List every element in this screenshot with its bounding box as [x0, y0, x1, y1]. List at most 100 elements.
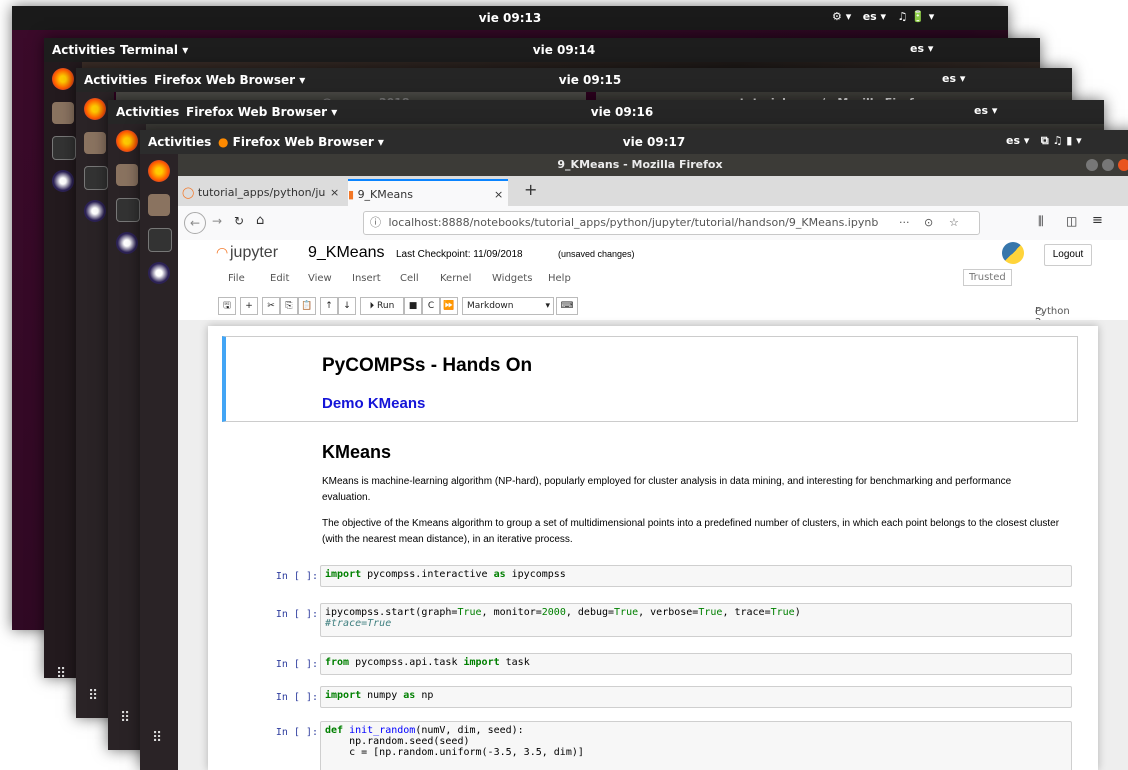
jupyter-logo-icon[interactable]: ◠ — [216, 245, 228, 261]
firefox-icon[interactable] — [148, 160, 170, 182]
clock[interactable]: vie 09:16 — [591, 105, 653, 119]
code-token: , verbose= — [638, 607, 699, 618]
back-icon[interactable]: ← — [184, 212, 206, 234]
firefox-icon[interactable] — [84, 98, 106, 120]
command-palette-button[interactable]: ⌨ — [556, 297, 578, 315]
home-icon[interactable]: ⌂ — [256, 213, 264, 228]
jupyter-logo-text[interactable]: jupyter — [230, 244, 278, 262]
restart-button[interactable]: C — [422, 297, 440, 315]
system-tray[interactable]: ⚙ ▾ es ▾ ♫ 🔋 ▾ — [832, 10, 934, 23]
eclipse-icon[interactable] — [148, 262, 170, 284]
window-title: 9_KMeans - Mozilla Firefox — [557, 158, 723, 171]
terminal-icon[interactable] — [52, 136, 76, 160]
activities-button[interactable]: Activities — [116, 105, 179, 119]
restart-run-all-button[interactable]: ⏩ — [440, 297, 458, 315]
url-bar[interactable]: ⓘ localhost:8888/notebooks/tutorial_apps… — [363, 211, 980, 235]
terminal-icon[interactable] — [84, 166, 108, 190]
menu-kernel[interactable]: Kernel — [440, 273, 471, 284]
files-icon[interactable] — [84, 132, 106, 154]
move-down-button[interactable]: ↓ — [338, 297, 356, 315]
eclipse-icon[interactable] — [116, 232, 138, 254]
files-icon[interactable] — [52, 102, 74, 124]
reload-icon[interactable]: ↻ — [234, 214, 244, 228]
clock[interactable]: vie 09:17 — [623, 135, 685, 149]
app-menu-label: Firefox Web Browser ▾ — [232, 135, 384, 149]
language-indicator[interactable]: es ▾ — [942, 72, 965, 85]
paste-button[interactable]: 📋 — [298, 297, 316, 315]
app-menu[interactable]: Firefox Web Browser ▾ — [186, 105, 337, 119]
tab-strip: ◯ tutorial_apps/python/ju × ▮ 9_KMeans ×… — [178, 176, 1128, 208]
menu-insert[interactable]: Insert — [352, 273, 381, 284]
forward-icon[interactable]: → — [212, 214, 222, 228]
top-bar: Activities Firefox Web Browser ▾ vie 09:… — [108, 100, 1104, 124]
menu-cell[interactable]: Cell — [400, 273, 419, 284]
selected-markdown-cell[interactable]: PyCOMPSs - Hands On Demo KMeans — [222, 336, 1078, 422]
files-icon[interactable] — [148, 194, 170, 216]
maximize-button[interactable] — [1102, 159, 1114, 171]
interrupt-button[interactable]: ■ — [404, 297, 422, 315]
close-tab-icon[interactable]: × — [330, 179, 339, 206]
show-apps-icon[interactable]: ⠿ — [88, 688, 98, 704]
eclipse-icon[interactable] — [84, 200, 106, 222]
menu-edit[interactable]: Edit — [270, 273, 289, 284]
code-cell[interactable]: ipycompss.start(graph=True, monitor=2000… — [320, 603, 1072, 637]
minimize-button[interactable] — [1086, 159, 1098, 171]
page-actions-icon[interactable]: ··· — [899, 212, 910, 234]
logout-button[interactable]: Logout — [1044, 244, 1092, 266]
library-icon[interactable]: ⫼ — [1038, 214, 1044, 229]
language-indicator[interactable]: es ▾ — [1006, 134, 1029, 147]
show-apps-icon[interactable]: ⠿ — [120, 710, 130, 726]
menu-file[interactable]: File — [228, 273, 245, 284]
cell-type-select[interactable]: Markdown ▾ — [462, 297, 554, 315]
firefox-icon[interactable] — [52, 68, 74, 90]
activities-button[interactable]: Activities — [148, 135, 211, 149]
code-cell[interactable]: from pycompss.api.task import task — [320, 653, 1072, 675]
app-menu[interactable]: Terminal ▾ — [120, 43, 188, 57]
terminal-icon[interactable] — [148, 228, 172, 252]
code-token: as — [493, 569, 506, 580]
jupyter-favicon-icon: ◯ — [182, 186, 198, 199]
code-token: import — [325, 569, 362, 580]
pocket-icon[interactable]: ⊙ — [924, 212, 933, 234]
code-cell[interactable]: def init_random(numV, dim, seed): np.ran… — [320, 721, 1072, 770]
code-cell[interactable]: import numpy as np — [320, 686, 1072, 708]
tab-tutorial-apps[interactable]: ◯ tutorial_apps/python/ju × — [182, 179, 342, 206]
menu-help[interactable]: Help — [548, 273, 571, 284]
activities-button[interactable]: Activities — [84, 73, 147, 87]
clock[interactable]: vie 09:14 — [533, 43, 595, 57]
language-indicator[interactable]: es ▾ — [910, 42, 933, 55]
save-button[interactable]: 🖫 — [218, 297, 236, 315]
copy-button[interactable]: ⎘ — [280, 297, 298, 315]
sidebar-icon[interactable]: ◫ — [1066, 214, 1077, 228]
activities-button[interactable]: Activities — [52, 43, 115, 57]
code-cell[interactable]: import pycompss.interactive as ipycompss — [320, 565, 1072, 587]
language-indicator[interactable]: es ▾ — [974, 104, 997, 117]
insert-cell-button[interactable]: + — [240, 297, 258, 315]
language-indicator[interactable]: es ▾ — [863, 10, 886, 23]
menu-widgets[interactable]: Widgets — [492, 273, 532, 284]
app-menu[interactable]: ● Firefox Web Browser ▾ — [218, 135, 384, 149]
tab-label: 9_KMeans — [357, 188, 413, 201]
clock[interactable]: vie 09:15 — [559, 73, 621, 87]
terminal-icon[interactable] — [116, 198, 140, 222]
system-tray[interactable]: es ▾ ⧉ ♫ ▮ ▾ — [1006, 134, 1082, 148]
run-button[interactable]: ⏵ Run — [360, 297, 404, 315]
eclipse-icon[interactable] — [52, 170, 74, 192]
move-up-button[interactable]: ↑ — [320, 297, 338, 315]
app-menu[interactable]: Firefox Web Browser ▾ — [154, 73, 305, 87]
close-tab-icon[interactable]: × — [494, 181, 503, 208]
files-icon[interactable] — [116, 164, 138, 186]
hamburger-menu-icon[interactable]: ≡ — [1092, 213, 1103, 228]
trusted-badge[interactable]: Trusted — [963, 269, 1012, 286]
notebook-name[interactable]: 9_KMeans — [308, 244, 385, 262]
show-apps-icon[interactable]: ⠿ — [56, 666, 66, 678]
bookmark-star-icon[interactable]: ☆ — [949, 212, 959, 234]
close-window-button[interactable] — [1118, 159, 1128, 171]
menu-view[interactable]: View — [308, 273, 332, 284]
tab-9-kmeans[interactable]: ▮ 9_KMeans × — [348, 179, 508, 208]
clock[interactable]: vie 09:13 — [479, 11, 541, 25]
cut-button[interactable]: ✂ — [262, 297, 280, 315]
show-apps-icon[interactable]: ⠿ — [152, 730, 162, 746]
firefox-icon[interactable] — [116, 130, 138, 152]
new-tab-button[interactable]: + — [524, 180, 537, 199]
